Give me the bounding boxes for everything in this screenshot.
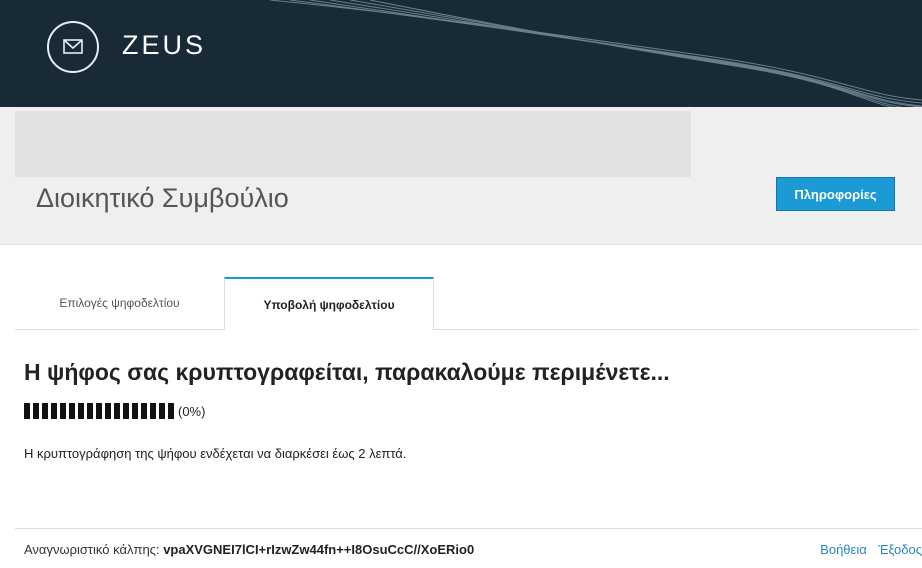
duration-note: Η κρυπτογράφηση της ψήφου ενδέχεται να δ… [24,446,407,461]
logo-badge[interactable] [47,21,99,73]
election-title: Διοικητικό Συμβούλιο [36,183,289,213]
brand-name: ZEUS [122,30,207,60]
progress-percent: (0%) [178,403,206,419]
election-banner: Διοικητικό Συμβούλιο Πληροφορίες [0,107,922,245]
footer-links: Βοήθεια Έξοδος [812,542,922,557]
logout-link[interactable]: Έξοδος [878,542,922,557]
banner-image-placeholder [15,111,691,177]
encryption-progress: (0%) [24,402,205,420]
ballot-tabs: Επιλογές ψηφοδελτίου Υποβολή ψηφοδελτίου [15,277,918,330]
voter-code-value: vpaXVGNEI7lCI+rIzwZw44fn++I8OsuCcC//XoER… [163,542,475,557]
envelope-icon [63,39,83,54]
info-button[interactable]: Πληροφορίες [776,177,895,211]
voter-code-label: Αναγνωριστικό κάλπης: [24,542,160,557]
page-footer: Αναγνωριστικό κάλπης: vpaXVGNEI7lCI+rIzw… [15,528,922,568]
voter-code: Αναγνωριστικό κάλπης: vpaXVGNEI7lCI+rIzw… [24,542,474,557]
app-header: ZEUS [0,0,922,107]
progress-bar [24,403,177,419]
encryption-status-heading: Η ψήφος σας κρυπτογραφείται, παρακαλούμε… [24,359,670,385]
tab-ballot-choices[interactable]: Επιλογές ψηφοδελτίου [15,277,224,329]
tab-ballot-submit[interactable]: Υποβολή ψηφοδελτίου [224,277,434,330]
help-link[interactable]: Βοήθεια [820,542,867,557]
